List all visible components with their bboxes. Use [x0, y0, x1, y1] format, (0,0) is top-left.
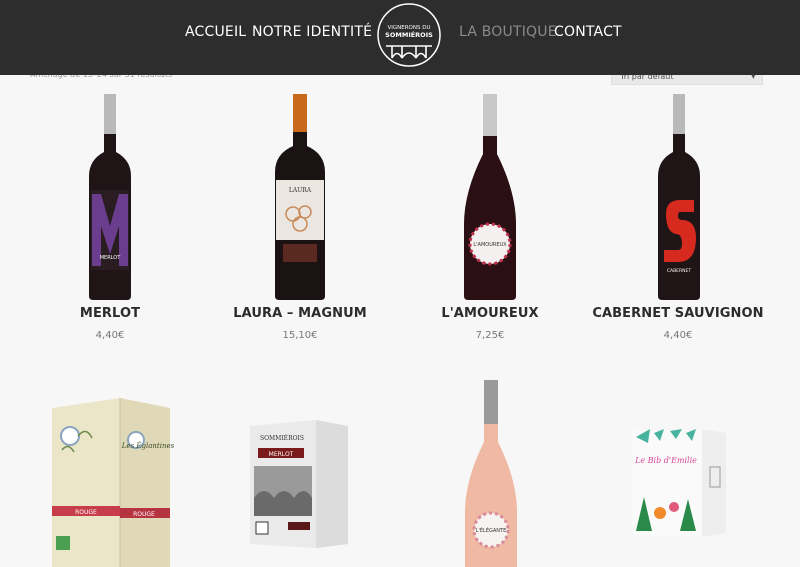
- box-label-text: Le Bib d'Emilie: [634, 456, 697, 465]
- wine-bottle-image[interactable]: L'AMOUREUX: [462, 94, 518, 300]
- bag-in-box-image[interactable]: ROUGE ROUGE Les Églantines: [48, 396, 174, 567]
- nav-contact[interactable]: CONTACT: [554, 24, 622, 40]
- box-label-sub: MERLOT: [269, 451, 294, 458]
- product-price: 4,40€: [663, 330, 693, 341]
- wine-bottle-image[interactable]: LAURA: [273, 94, 327, 300]
- bag-in-box-image[interactable]: SOMMIÉROIS MERLOT: [248, 418, 350, 548]
- bag-in-box-image[interactable]: Le Bib d'Emilie: [630, 427, 728, 539]
- wine-bottle-image[interactable]: CABERNET: [656, 94, 702, 300]
- box-label-text: Les Églantines: [121, 441, 174, 450]
- logo-line2: SOMMIÉROIS: [385, 30, 433, 39]
- site-header: ACCUEIL NOTRE IDENTITÉ⌄ VIGNERONS DU SOM…: [0, 0, 800, 75]
- product-name[interactable]: LAURA – MAGNUM: [200, 306, 400, 321]
- svg-text:ROUGE: ROUGE: [133, 511, 155, 518]
- nav-notre-identite-label: NOTRE IDENTITÉ: [252, 24, 373, 40]
- box-label-text: SOMMIÉROIS: [260, 434, 304, 442]
- bottle-label-text: LAURA: [289, 187, 312, 194]
- site-logo[interactable]: VIGNERONS DU SOMMIÉROIS: [376, 2, 442, 68]
- product-card[interactable]: CABERNET CABERNET SAUVIGNON 4,40€: [578, 92, 778, 352]
- product-card[interactable]: LAURA LAURA – MAGNUM 15,10€: [200, 92, 400, 352]
- product-price: 7,25€: [475, 330, 505, 341]
- bottle-label-text: MERLOT: [100, 255, 121, 261]
- product-name[interactable]: MERLOT: [10, 306, 210, 321]
- nav-la-boutique[interactable]: LA BOUTIQUE: [459, 24, 557, 40]
- nav-accueil[interactable]: ACCUEIL: [185, 24, 246, 40]
- wine-bottle-image[interactable]: MERLOT: [87, 94, 133, 300]
- box-label-sub: ROUGE: [75, 509, 97, 516]
- product-card[interactable]: MERLOT MERLOT 4,40€: [10, 92, 210, 352]
- wine-bottle-image[interactable]: L'ÉLÉGANTE: [463, 380, 519, 567]
- bottle-label-text: L'AMOUREUX: [473, 242, 507, 248]
- product-price: 15,10€: [282, 330, 318, 341]
- product-name[interactable]: CABERNET SAUVIGNON: [578, 306, 778, 321]
- product-price: 4,40€: [95, 330, 125, 341]
- product-name[interactable]: L'AMOUREUX: [390, 306, 590, 321]
- nav-notre-identite[interactable]: NOTRE IDENTITÉ⌄: [252, 24, 385, 40]
- bottle-label-text: CABERNET: [667, 268, 691, 274]
- bottle-label-text: L'ÉLÉGANTE: [476, 526, 507, 534]
- product-card[interactable]: L'AMOUREUX L'AMOUREUX 7,25€: [390, 92, 590, 352]
